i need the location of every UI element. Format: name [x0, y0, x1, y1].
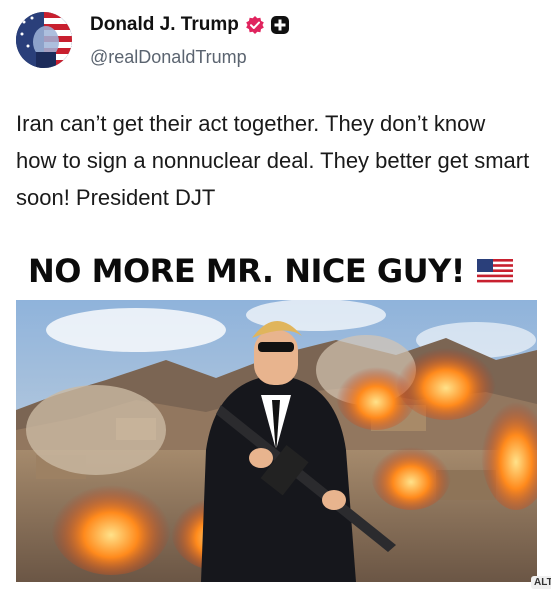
post-text: Iran can’t get their act together. They … — [16, 111, 530, 210]
media-headline: NO MORE MR. NICE GUY! — [28, 252, 513, 290]
verified-badge-icon — [246, 16, 264, 34]
post-image-artwork — [16, 300, 537, 582]
us-flag-icon — [476, 259, 513, 283]
author-name[interactable]: Donald J. Trump — [90, 14, 239, 36]
alt-text-badge[interactable]: ALT — [531, 576, 551, 589]
post-image[interactable] — [16, 300, 537, 582]
avatar-image — [16, 12, 72, 68]
author-row: Donald J. Trump — [90, 14, 289, 36]
plus-badge-icon — [270, 16, 289, 34]
avatar[interactable] — [16, 12, 72, 68]
headline-text: NO MORE MR. NICE GUY! — [28, 252, 465, 290]
author-handle[interactable]: @realDonaldTrump — [90, 47, 247, 68]
